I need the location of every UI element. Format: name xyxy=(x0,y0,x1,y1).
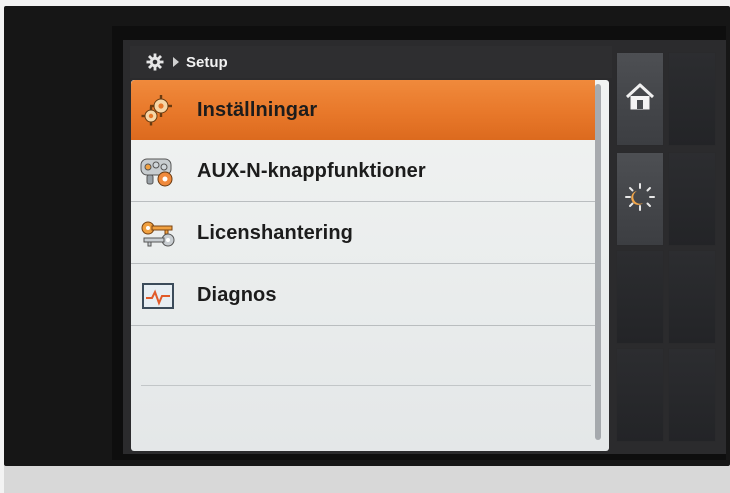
menu-item-diagnos[interactable]: Diagnos xyxy=(131,266,595,326)
menu-item-label: Licenshantering xyxy=(197,222,353,244)
aux-function-icon xyxy=(139,155,177,189)
caret-right-icon xyxy=(172,57,180,67)
home-icon xyxy=(624,82,656,117)
page-title: Setup xyxy=(186,53,228,71)
gear-icon xyxy=(146,53,164,71)
softkey-2[interactable] xyxy=(668,152,716,246)
divider xyxy=(141,385,591,386)
day-night-button[interactable] xyxy=(616,152,664,246)
setup-menu: Inställningar AUX-N-knappfunktioner Lice… xyxy=(131,80,609,451)
day-night-icon xyxy=(623,182,657,217)
keys-icon xyxy=(139,217,177,251)
menu-item-label: AUX-N-knappfunktioner xyxy=(197,160,426,182)
menu-item-licenshantering[interactable]: Licenshantering xyxy=(131,204,595,264)
home-button[interactable] xyxy=(616,52,664,146)
menu-item-installningar[interactable]: Inställningar xyxy=(131,80,595,140)
diagnosis-graph-icon xyxy=(139,279,177,313)
gears-icon xyxy=(139,93,177,127)
softkey-5[interactable] xyxy=(616,348,664,442)
device-base xyxy=(4,466,730,493)
menu-item-label: Diagnos xyxy=(197,284,277,306)
menu-item-aux-n[interactable]: AUX-N-knappfunktioner xyxy=(131,142,595,202)
softkey-6[interactable] xyxy=(668,348,716,442)
softkey-3[interactable] xyxy=(616,250,664,344)
softkey-4[interactable] xyxy=(668,250,716,344)
breadcrumb: Setup xyxy=(130,46,612,78)
menu-item-label: Inställningar xyxy=(197,98,318,121)
scrollbar[interactable] xyxy=(595,84,601,440)
softkey-1[interactable] xyxy=(668,52,716,146)
